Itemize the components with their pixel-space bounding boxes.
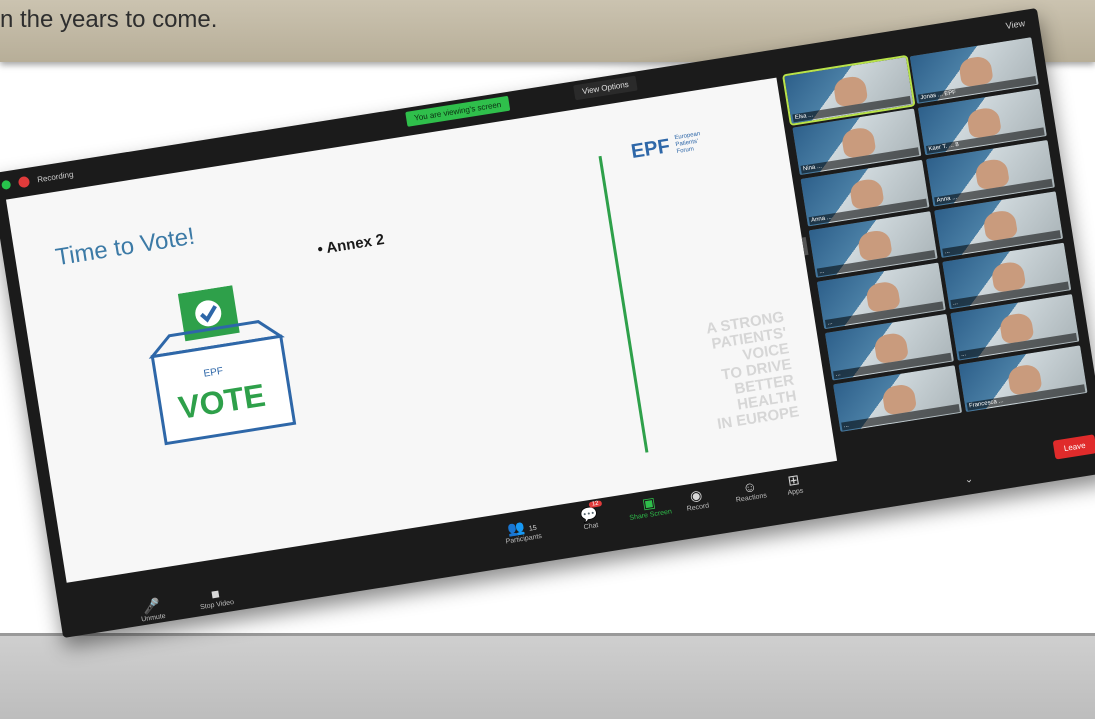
participants-button[interactable]: 👥 15 Participants: [503, 516, 542, 546]
share-screen-button[interactable]: ▣ Share Screen: [626, 492, 672, 522]
record-label: Record: [686, 502, 710, 513]
epf-logo-text: EPF: [629, 135, 672, 164]
record-icon: ◉: [688, 486, 704, 505]
record-button[interactable]: ◉ Record: [684, 486, 710, 513]
caption-text: n the years to come.: [0, 6, 218, 33]
chat-label: Chat: [583, 521, 599, 532]
slide-title: Time to Vote!: [53, 222, 197, 272]
unmute-button[interactable]: 🎤 Unmute: [138, 596, 166, 624]
apps-icon: ⊞: [786, 471, 801, 489]
slide-tagline: A STRONG PATIENTS' VOICE TO DRIVE BETTER…: [674, 308, 800, 437]
stop-video-label: Stop Video: [199, 598, 235, 612]
camera-icon: ■: [209, 585, 221, 603]
recording-icon: [17, 175, 31, 189]
epf-logo: EPF European Patients' Forum: [630, 130, 704, 164]
slide-divider: [598, 155, 649, 453]
recording-label: Recording: [36, 169, 75, 185]
reactions-button[interactable]: ☺ Reactions: [733, 476, 768, 505]
epf-logo-subtitle: European Patients' Forum: [674, 131, 703, 156]
bottom-band: [0, 636, 1095, 719]
participants-count: 15: [528, 524, 538, 533]
zoom-meeting-window: Recording You are viewing's screen View …: [0, 7, 1095, 639]
security-shield-icon[interactable]: [1, 179, 12, 191]
apps-button[interactable]: ⊞ Apps: [784, 471, 804, 497]
stop-video-button[interactable]: ■ Stop Video: [197, 583, 235, 612]
apps-label: Apps: [787, 487, 804, 497]
reactions-label: Reactions: [735, 492, 768, 505]
chat-button[interactable]: 12 💬 Chat: [579, 500, 602, 532]
bullet-text: Annex 2: [325, 231, 386, 257]
chat-badge: 12: [588, 500, 602, 509]
view-options-button[interactable]: View Options: [573, 75, 638, 101]
title-row: Recording: [1, 169, 74, 191]
ballot-box-icon: EPF VOTE: [148, 285, 297, 446]
view-button[interactable]: View: [1005, 18, 1026, 31]
slide-bullet: • Annex 2: [316, 231, 386, 259]
